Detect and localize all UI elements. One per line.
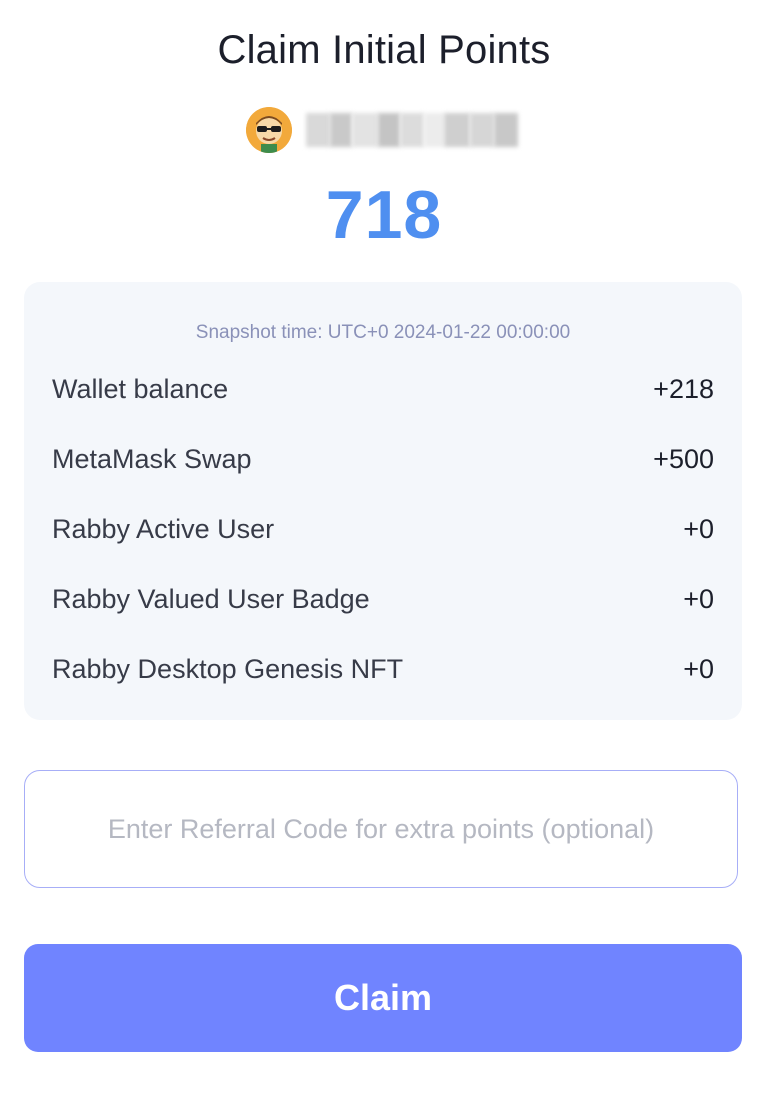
points-breakdown-card: Snapshot time: UTC+0 2024-01-22 00:00:00… — [24, 282, 742, 720]
breakdown-row-wallet-balance: Wallet balance +218 — [52, 354, 714, 424]
breakdown-label: Rabby Active User — [52, 513, 275, 544]
total-points: 718 — [325, 177, 443, 253]
breakdown-label: Rabby Valued User Badge — [52, 583, 370, 614]
breakdown-row-rabby-active-user: Rabby Active User +0 — [52, 494, 714, 564]
wallet-address-redacted — [306, 110, 518, 150]
breakdown-value: +500 — [653, 443, 714, 474]
referral-code-input[interactable] — [24, 770, 738, 888]
claim-button[interactable]: Claim — [24, 944, 742, 1052]
breakdown-row-metamask-swap: MetaMask Swap +500 — [52, 424, 714, 494]
breakdown-label: MetaMask Swap — [52, 443, 252, 474]
breakdown-value: +0 — [683, 583, 714, 614]
breakdown-value: +0 — [683, 653, 714, 684]
page-title: Claim Initial Points — [217, 28, 551, 72]
breakdown-list: Wallet balance +218 MetaMask Swap +500 R… — [52, 354, 714, 704]
snapshot-time: Snapshot time: UTC+0 2024-01-22 00:00:00 — [195, 322, 571, 343]
claim-points-page: Claim Initial Points 718 Snapshot time: … — [0, 0, 768, 1099]
sunglasses-avatar-icon — [246, 107, 292, 153]
breakdown-row-rabby-valued-user-badge: Rabby Valued User Badge +0 — [52, 564, 714, 634]
breakdown-value: +0 — [683, 513, 714, 544]
breakdown-value: +218 — [653, 373, 714, 404]
breakdown-label: Wallet balance — [52, 373, 229, 404]
breakdown-label: Rabby Desktop Genesis NFT — [52, 653, 404, 684]
breakdown-row-rabby-desktop-genesis-nft: Rabby Desktop Genesis NFT +0 — [52, 634, 714, 704]
user-identity — [246, 106, 518, 154]
